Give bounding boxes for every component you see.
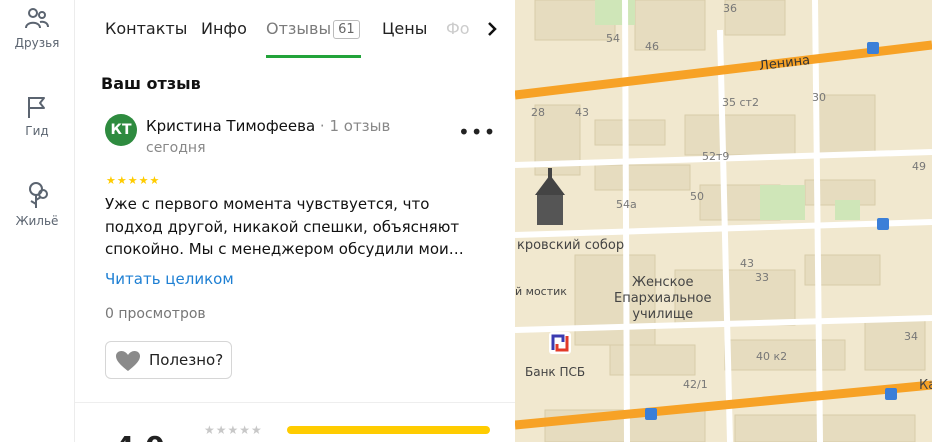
house-number: 43 xyxy=(740,257,754,270)
map[interactable]: Ленина кровский собор Женское Епархиальн… xyxy=(515,0,932,442)
place-panel: Контакты Инфо Отзывы 61 Цены Фо Ваш отзыв… xyxy=(75,0,515,442)
house-number: 36 xyxy=(723,2,737,15)
tab-info[interactable]: Инфо xyxy=(201,19,247,38)
tab-photos[interactable]: Фо xyxy=(446,19,470,38)
overall-rating: 4,0 xyxy=(115,430,165,442)
review-author[interactable]: Кристина Тимофеева · 1 отзыв xyxy=(146,117,390,135)
map-label-sobor: кровский собор xyxy=(517,238,625,253)
chevron-right-icon[interactable] xyxy=(485,20,499,38)
cathedral-icon xyxy=(535,168,565,225)
left-rail: Друзья Гид Жильё xyxy=(0,0,75,442)
views-count: 0 просмотров xyxy=(105,306,206,322)
housing-icon xyxy=(29,182,48,208)
house-number: 42/1 xyxy=(683,378,708,391)
house-number: 46 xyxy=(645,40,659,53)
map-label-edge: Ка xyxy=(919,378,932,393)
useful-button[interactable]: Полезно? xyxy=(105,341,232,379)
house-number: 28 xyxy=(531,106,545,119)
section-divider xyxy=(75,402,515,403)
friends-icon xyxy=(25,8,49,29)
house-number: 30 xyxy=(812,91,826,104)
review-line: спокойно. Мы с менеджером обсудили мои… xyxy=(105,240,464,258)
rating-stars: ★★★★★ xyxy=(204,423,263,437)
tab-bar: Контакты Инфо Отзывы 61 Цены Фо xyxy=(75,0,515,58)
read-more-link[interactable]: Читать целиком xyxy=(105,270,234,288)
author-name[interactable]: Кристина Тимофеева xyxy=(146,117,315,135)
your-review-heading: Ваш отзыв xyxy=(101,74,201,93)
rating-distribution-bar xyxy=(287,426,490,434)
reviews-count-badge: 61 xyxy=(333,20,360,39)
rail-item-guide[interactable]: Гид xyxy=(0,94,74,138)
avatar[interactable]: КТ xyxy=(105,114,137,146)
rail-item-housing[interactable]: Жильё xyxy=(0,180,74,228)
map-label-mostik: й мостик xyxy=(515,285,567,298)
house-number: 54 xyxy=(606,32,620,45)
house-number: 34 xyxy=(904,330,918,343)
bank-logo-icon xyxy=(549,332,571,354)
house-number: 50 xyxy=(690,190,704,203)
review-date: сегодня xyxy=(146,140,206,156)
review-text: Уже с первого момента чувствуется, что п… xyxy=(105,193,490,261)
tab-reviews[interactable]: Отзывы 61 xyxy=(266,19,360,39)
heart-icon xyxy=(116,351,140,371)
flag-icon xyxy=(28,97,45,118)
house-number: 49 xyxy=(912,160,926,173)
house-number: 52т9 xyxy=(702,150,730,163)
map-label-bank[interactable]: Банк ПСБ xyxy=(525,365,585,379)
map-label-uchilishe: Женское Епархиальное училище xyxy=(614,275,712,322)
active-tab-underline xyxy=(266,55,361,58)
house-number: 54а xyxy=(616,198,637,211)
house-number: 33 xyxy=(755,271,769,284)
tab-contacts[interactable]: Контакты xyxy=(105,19,187,38)
author-review-count: · 1 отзыв xyxy=(319,117,391,135)
house-number: 35 ст2 xyxy=(722,96,759,109)
house-number: 43 xyxy=(575,106,589,119)
rail-label-housing: Жильё xyxy=(15,214,59,228)
review-stars: ★★★★★ xyxy=(106,174,161,187)
tab-reviews-label: Отзывы xyxy=(266,19,332,38)
more-options-button[interactable]: ••• xyxy=(458,120,496,144)
rail-label-friends: Друзья xyxy=(14,36,60,50)
rail-item-friends[interactable]: Друзья xyxy=(0,6,74,50)
house-number: 40 к2 xyxy=(756,350,788,363)
review-line: подход другой, никакой спешки, объясняют xyxy=(105,217,460,236)
tab-prices[interactable]: Цены xyxy=(382,19,427,38)
review-line: Уже с первого момента чувствуется, что xyxy=(105,195,430,213)
useful-label: Полезно? xyxy=(149,351,224,369)
rail-label-guide: Гид xyxy=(25,124,49,138)
